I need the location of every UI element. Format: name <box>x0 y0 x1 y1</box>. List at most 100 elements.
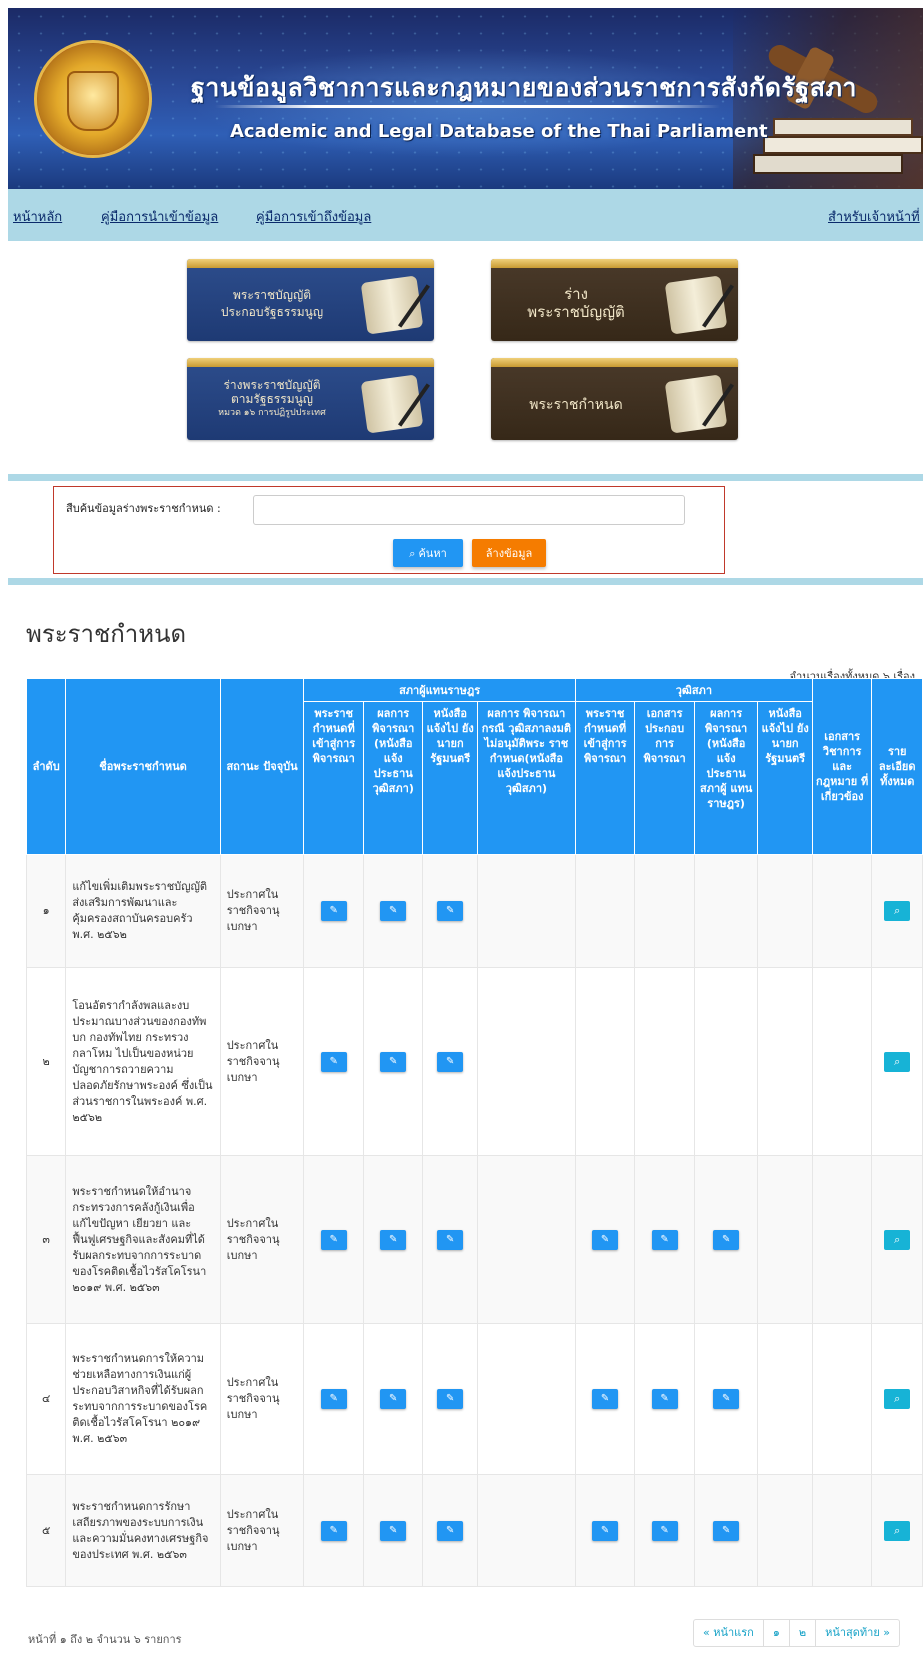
doc-cell: ✎ <box>303 1474 364 1587</box>
document-edit-icon[interactable]: ✎ <box>320 1229 347 1250</box>
doc-cell: ✎ <box>303 1323 364 1475</box>
detail-search-icon[interactable]: ⌕ <box>884 1520 911 1541</box>
document-edit-icon[interactable]: ✎ <box>380 1051 407 1072</box>
doc-cell <box>476 1474 576 1587</box>
document-edit-icon[interactable]: ✎ <box>437 1051 464 1072</box>
detail-search-icon[interactable]: ⌕ <box>884 1389 911 1409</box>
document-edit-icon[interactable]: ✎ <box>437 1520 464 1541</box>
document-edit-icon[interactable]: ✎ <box>320 1051 347 1072</box>
doc-cell <box>634 967 695 1156</box>
document-edit-icon[interactable]: ✎ <box>437 901 464 921</box>
nav-staff-link[interactable]: สำหรับเจ้าหน้าที่ <box>828 206 920 227</box>
nav-input-guide-link[interactable]: คู่มือการนำเข้าข้อมูล <box>101 206 218 227</box>
last-page-link[interactable]: หน้าสุดท้าย » <box>815 1620 899 1646</box>
document-edit-icon[interactable]: ✎ <box>320 901 347 921</box>
header-banner: ฐานข้อมูลวิชาการและกฎหมายของส่วนราชการสั… <box>8 8 923 189</box>
doc-cell <box>757 967 813 1156</box>
table-row: ๔พระราชกำหนดการให้ความช่วยเหลือทางการเงิ… <box>25 1323 923 1475</box>
divider <box>8 474 923 481</box>
search-icon: ⌕ <box>409 548 416 560</box>
document-edit-icon[interactable]: ✎ <box>713 1229 740 1250</box>
doc-cell: ✎ <box>693 1474 759 1587</box>
tile-organic-act[interactable]: พระราชบัญญัติ ประกอบรัฐธรรมนูญ <box>187 259 434 341</box>
search-button-label: ค้นหา <box>418 548 447 560</box>
first-page-link[interactable]: « หน้าแรก <box>694 1620 763 1646</box>
search-button[interactable]: ⌕ ค้นหา <box>393 539 463 567</box>
row-number: ๓ <box>25 1155 67 1324</box>
decree-status: ประกาศในราชกิจจานุเบกษา <box>219 854 305 968</box>
document-edit-icon[interactable]: ✎ <box>651 1520 678 1541</box>
doc-cell: ✎ <box>422 1323 478 1475</box>
doc-cell: ✎ <box>362 854 424 968</box>
document-edit-icon[interactable]: ✎ <box>380 1389 407 1409</box>
doc-cell <box>574 854 636 968</box>
document-edit-icon[interactable]: ✎ <box>592 1229 619 1250</box>
doc-cell: ✎ <box>574 1155 636 1324</box>
doc-cell: ✎ <box>422 1474 478 1587</box>
page-1-link[interactable]: ๑ <box>762 1620 789 1646</box>
document-edit-icon[interactable]: ✎ <box>320 1520 347 1541</box>
col-status-header: สถานะ ปัจจุบัน <box>219 678 305 855</box>
row-number: ๔ <box>25 1323 67 1475</box>
document-edit-icon[interactable]: ✎ <box>651 1229 678 1250</box>
detail-cell: ⌕ <box>871 967 923 1156</box>
doc-cell: ✎ <box>362 967 424 1156</box>
document-edit-icon[interactable]: ✎ <box>380 1229 407 1250</box>
house-col-header: ผลการ พิจารณา (หนังสือ แจ้ง ประธาน วุฒิส… <box>362 701 424 855</box>
detail-cell: ⌕ <box>871 854 923 968</box>
document-edit-icon[interactable]: ✎ <box>437 1229 464 1250</box>
document-edit-icon[interactable]: ✎ <box>592 1389 619 1409</box>
senate-col-header: เอกสาร ประกอบ การ พิจารณา <box>634 701 695 855</box>
doc-cell: ✎ <box>362 1323 424 1475</box>
document-edit-icon[interactable]: ✎ <box>713 1520 740 1541</box>
top-nav: หน้าหลัก คู่มือการนำเข้าข้อมูล คู่มือการ… <box>8 189 923 241</box>
tile-line: พระราชกำหนด <box>529 397 623 413</box>
doc-cell: ✎ <box>362 1474 424 1587</box>
nav-access-guide-link[interactable]: คู่มือการเข้าถึงข้อมูล <box>256 206 371 227</box>
detail-search-icon[interactable]: ⌕ <box>884 901 911 921</box>
doc-cell: ✎ <box>693 1155 759 1324</box>
document-edit-icon[interactable]: ✎ <box>592 1520 619 1541</box>
doc-cell: ✎ <box>634 1474 695 1587</box>
decree-name: แก้ไขเพิ่มเติมพระราชบัญญัติส่งเสริมการพั… <box>65 854 221 968</box>
tile-royal-decree[interactable]: พระราชกำหนด <box>491 358 738 440</box>
house-col-header: พระราช กำหนดที่ เข้าสู่การ พิจารณา <box>303 701 364 855</box>
col-detail-header: ราย ละเอียด ทั้งหมด <box>871 678 923 855</box>
doc-cell: ✎ <box>574 1323 636 1475</box>
document-edit-icon[interactable]: ✎ <box>380 901 407 921</box>
document-edit-icon[interactable]: ✎ <box>651 1389 678 1409</box>
doc-cell <box>811 967 873 1156</box>
doc-cell <box>757 854 813 968</box>
col-name-header: ชื่อพระราชกำหนด <box>65 678 221 855</box>
document-edit-icon[interactable]: ✎ <box>713 1389 740 1409</box>
doc-cell <box>757 1474 813 1587</box>
site-title-english: Academic and Legal Database of the Thai … <box>230 121 768 142</box>
doc-cell <box>811 1323 873 1475</box>
page-2-link[interactable]: ๒ <box>788 1620 815 1646</box>
doc-cell <box>476 1323 576 1475</box>
doc-cell <box>476 1155 576 1324</box>
detail-cell: ⌕ <box>871 1474 923 1587</box>
doc-cell <box>811 854 873 968</box>
doc-cell: ✎ <box>422 1155 478 1324</box>
nav-home-link[interactable]: หน้าหลัก <box>13 206 62 227</box>
document-edit-icon[interactable]: ✎ <box>320 1389 347 1409</box>
decree-status: ประกาศในราชกิจจานุเบกษา <box>219 1155 305 1324</box>
detail-search-icon[interactable]: ⌕ <box>884 1051 911 1072</box>
document-edit-icon[interactable]: ✎ <box>380 1520 407 1541</box>
decree-table: ลำดับ ชื่อพระราชกำหนด สถานะ ปัจจุบัน สภา… <box>25 678 923 1587</box>
clear-button[interactable]: ล้างข้อมูล <box>472 539 546 567</box>
doc-cell <box>634 854 695 968</box>
document-edit-icon[interactable]: ✎ <box>437 1389 464 1409</box>
tile-constitution-draft-act[interactable]: ร่างพระราชบัญญัติ ตามรัฐธรรมนูญ หมวด ๑๖ กา… <box>187 358 434 440</box>
detail-cell: ⌕ <box>871 1323 923 1475</box>
senate-col-header: พระราช กำหนดที่ เข้าสู่การ พิจารณา <box>574 701 636 855</box>
decree-name: พระราชกำหนดการรักษาเสถียรภาพของระบบการเง… <box>65 1474 221 1587</box>
doc-cell: ✎ <box>693 1323 759 1475</box>
tile-draft-act[interactable]: ร่าง พระราชบัญญัติ <box>491 259 738 341</box>
site-title-thai: ฐานข้อมูลวิชาการและกฎหมายของส่วนราชการสั… <box>191 73 857 102</box>
doc-cell: ✎ <box>303 1155 364 1324</box>
table-row: ๕พระราชกำหนดการรักษาเสถียรภาพของระบบการเ… <box>25 1474 923 1587</box>
detail-search-icon[interactable]: ⌕ <box>884 1229 911 1250</box>
search-input[interactable] <box>253 495 685 525</box>
